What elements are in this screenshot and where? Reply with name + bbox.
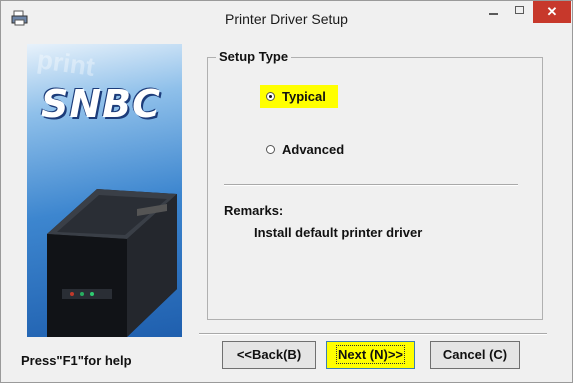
typical-label: Typical: [282, 89, 326, 104]
printer-image: [47, 189, 177, 337]
radio-unchecked-icon: [266, 145, 275, 155]
next-label: Next (N)>>: [335, 345, 406, 364]
remarks-text: Install default printer driver: [254, 225, 423, 240]
next-button[interactable]: Next (N)>>: [326, 341, 415, 369]
title-bar: Printer Driver Setup ✕: [1, 1, 572, 37]
maximize-button[interactable]: [507, 1, 533, 23]
banner-watermark: print: [35, 44, 97, 82]
advanced-radio[interactable]: Advanced: [260, 140, 350, 159]
product-banner: print SNBC: [27, 44, 182, 337]
minimize-button[interactable]: [479, 1, 507, 23]
radio-checked-icon: [266, 92, 275, 102]
back-button[interactable]: <<Back(B): [222, 341, 316, 369]
cancel-button[interactable]: Cancel (C): [430, 341, 520, 369]
brand-logo: SNBC: [41, 82, 162, 126]
setup-type-group: Setup Type Typical Advanced Remarks: Ins…: [207, 49, 543, 320]
group-separator: [224, 184, 518, 186]
setup-type-legend: Setup Type: [216, 49, 292, 64]
setup-window: Printer Driver Setup ✕ print SNBC Setup …: [0, 0, 573, 383]
typical-radio[interactable]: Typical: [260, 85, 338, 108]
dialog-content: print SNBC Setup Type Typical Advanced R…: [11, 37, 564, 375]
help-hint: Press"F1"for help: [21, 353, 132, 368]
remarks-label: Remarks:: [224, 203, 284, 218]
close-button[interactable]: ✕: [533, 1, 571, 23]
footer-separator: [199, 333, 547, 335]
advanced-label: Advanced: [282, 142, 345, 157]
